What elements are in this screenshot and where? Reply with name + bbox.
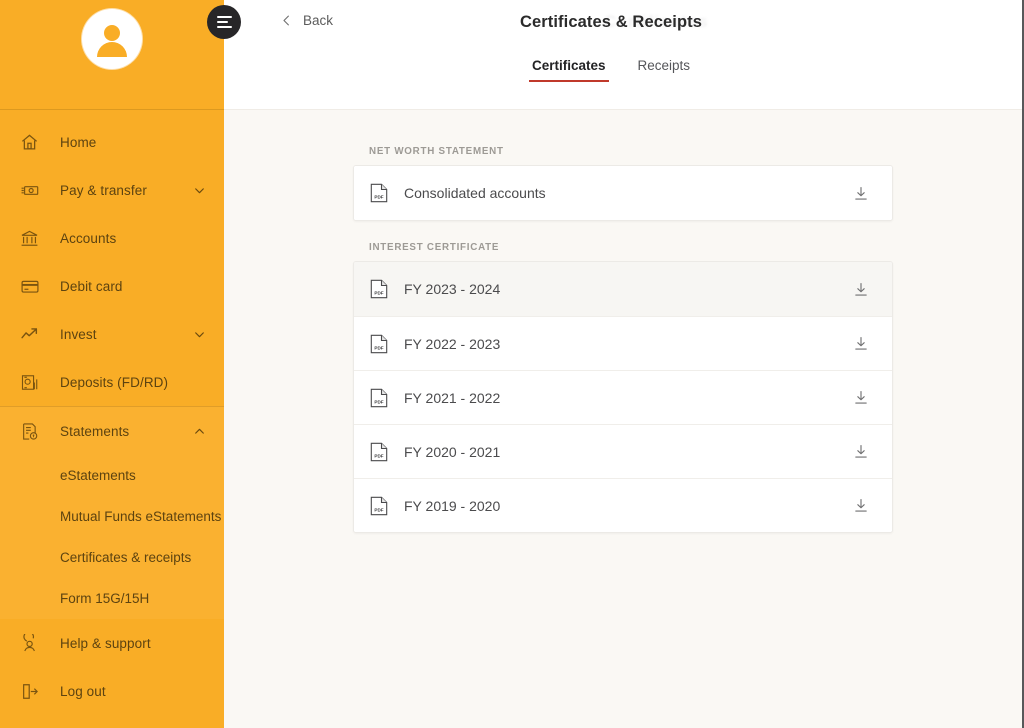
download-icon[interactable] [852,185,870,202]
sidebar-item-debit-card[interactable]: Debit card [0,262,224,310]
sidebar-subitem-label: eStatements [60,468,136,483]
sidebar-item-label: Statements [60,423,130,439]
sidebar-item-pay-transfer[interactable]: Pay & transfer [0,166,224,214]
section-label-interest-certificate: INTEREST CERTIFICATE [369,242,500,253]
tab-label: Certificates [531,58,606,73]
sidebar-item-label: Invest [60,326,97,342]
pdf-file-icon: PDF [370,442,390,462]
profile-block [0,0,224,110]
pdf-file-icon: PDF [370,279,390,299]
hamburger-icon [216,16,232,28]
document-row[interactable]: PDF FY 2019 - 2020 [354,478,892,532]
support-icon [20,633,46,653]
sidebar-item-home[interactable]: Home [0,118,224,166]
sidebar-item-statements[interactable]: Statements [0,407,224,455]
page-title: Certificates & Receipts [519,13,703,31]
sidebar-item-label: Log out [60,683,106,699]
sidebar-item-label: Help & support [60,635,151,651]
avatar-person-icon [85,12,139,66]
download-icon[interactable] [852,335,870,352]
top-bar: Back Certificates Certificates & Receipt… [207,0,1022,110]
main-panel: Back Certificates Certificates & Receipt… [207,0,1022,728]
tab-label: Receipts [637,58,691,73]
pdf-file-icon: PDF [370,334,390,354]
svg-text:PDF: PDF [374,345,383,350]
trend-up-icon [20,325,46,344]
download-icon[interactable] [852,497,870,514]
sidebar-item-label: Accounts [60,230,117,246]
content-area: NET WORTH STATEMENT PDF Consolidated acc… [224,110,1022,728]
sidebar-subitem-label: Mutual Funds eStatements [60,509,222,524]
section-label-net-worth: NET WORTH STATEMENT [369,146,504,157]
download-icon[interactable] [852,389,870,406]
document-name: FY 2022 - 2023 [404,335,501,352]
avatar[interactable] [82,9,142,69]
pdf-file-icon: PDF [370,388,390,408]
sidebar-nav: Home Pay & transfer Accounts Debit card … [0,110,224,728]
document-row[interactable]: PDF Consolidated accounts [354,166,892,220]
tab-bar: Certificates Receipts [224,58,1022,82]
sidebar-item-logout[interactable]: Log out [0,667,224,715]
sidebar-item-deposits[interactable]: Deposits (FD/RD) [0,358,224,406]
document-name: FY 2019 - 2020 [404,497,501,514]
tab-receipts[interactable]: Receipts [635,58,694,82]
sidebar-group-statements: Statements eStatements Mutual Funds eSta… [0,406,224,619]
sidebar: Home Pay & transfer Accounts Debit card … [0,0,224,728]
document-name: Consolidated accounts [404,185,546,201]
sidebar-item-accounts[interactable]: Accounts [0,214,224,262]
sidebar-item-invest[interactable]: Invest [0,310,224,358]
net-worth-card: PDF Consolidated accounts [353,165,893,221]
tab-certificates[interactable]: Certificates [528,58,609,82]
svg-text:PDF: PDF [374,507,383,512]
sidebar-subitem-label: Form 15G/15H [60,591,150,606]
money-icon [20,181,46,200]
chevron-up-icon[interactable] [192,425,206,438]
sidebar-item-label: Pay & transfer [60,182,147,198]
sidebar-item-label: Debit card [60,278,123,294]
svg-text:PDF: PDF [374,195,383,200]
sidebar-subitem-form-15g-15h[interactable]: Form 15G/15H [0,578,224,619]
logout-icon [20,682,46,701]
chevron-down-icon[interactable] [192,184,206,197]
svg-text:PDF: PDF [374,453,383,458]
pdf-file-icon: PDF [370,496,390,516]
sidebar-item-help-support[interactable]: Help & support [0,619,224,667]
interest-certificate-card: PDF FY 2023 - 2024 PDF FY 2022 - 2023 PD… [353,261,893,533]
document-row[interactable]: PDF FY 2023 - 2024 [354,262,892,316]
sidebar-item-label: Deposits (FD/RD) [60,374,169,390]
sidebar-item-label: Home [60,134,97,150]
sidebar-subitem-label: Certificates & receipts [60,550,192,565]
sidebar-subitem-mutual-funds-estatements[interactable]: Mutual Funds eStatements [0,496,224,537]
statement-icon [20,422,46,441]
download-icon[interactable] [852,443,870,460]
document-name: FY 2021 - 2022 [404,389,501,406]
document-row[interactable]: PDF FY 2021 - 2022 [354,370,892,424]
deposits-icon [20,373,46,392]
sidebar-subitem-certificates-receipts[interactable]: Certificates & receipts [0,537,224,578]
content-inner: NET WORTH STATEMENT PDF Consolidated acc… [353,146,893,533]
svg-text:PDF: PDF [374,291,383,296]
home-icon [20,133,46,152]
app-window: Home Pay & transfer Accounts Debit card … [0,0,1024,728]
chevron-down-icon[interactable] [192,328,206,341]
sidebar-subitem-estatements[interactable]: eStatements [0,455,224,496]
document-name: FY 2023 - 2024 [404,281,501,297]
document-row[interactable]: PDF FY 2020 - 2021 [354,424,892,478]
download-icon[interactable] [852,281,870,298]
document-name: FY 2020 - 2021 [404,443,501,460]
hamburger-menu-button[interactable] [207,5,241,39]
bank-icon [20,229,46,248]
pdf-file-icon: PDF [370,183,390,203]
document-row[interactable]: PDF FY 2022 - 2023 [354,316,892,370]
card-icon [20,277,46,296]
svg-text:PDF: PDF [374,399,383,404]
